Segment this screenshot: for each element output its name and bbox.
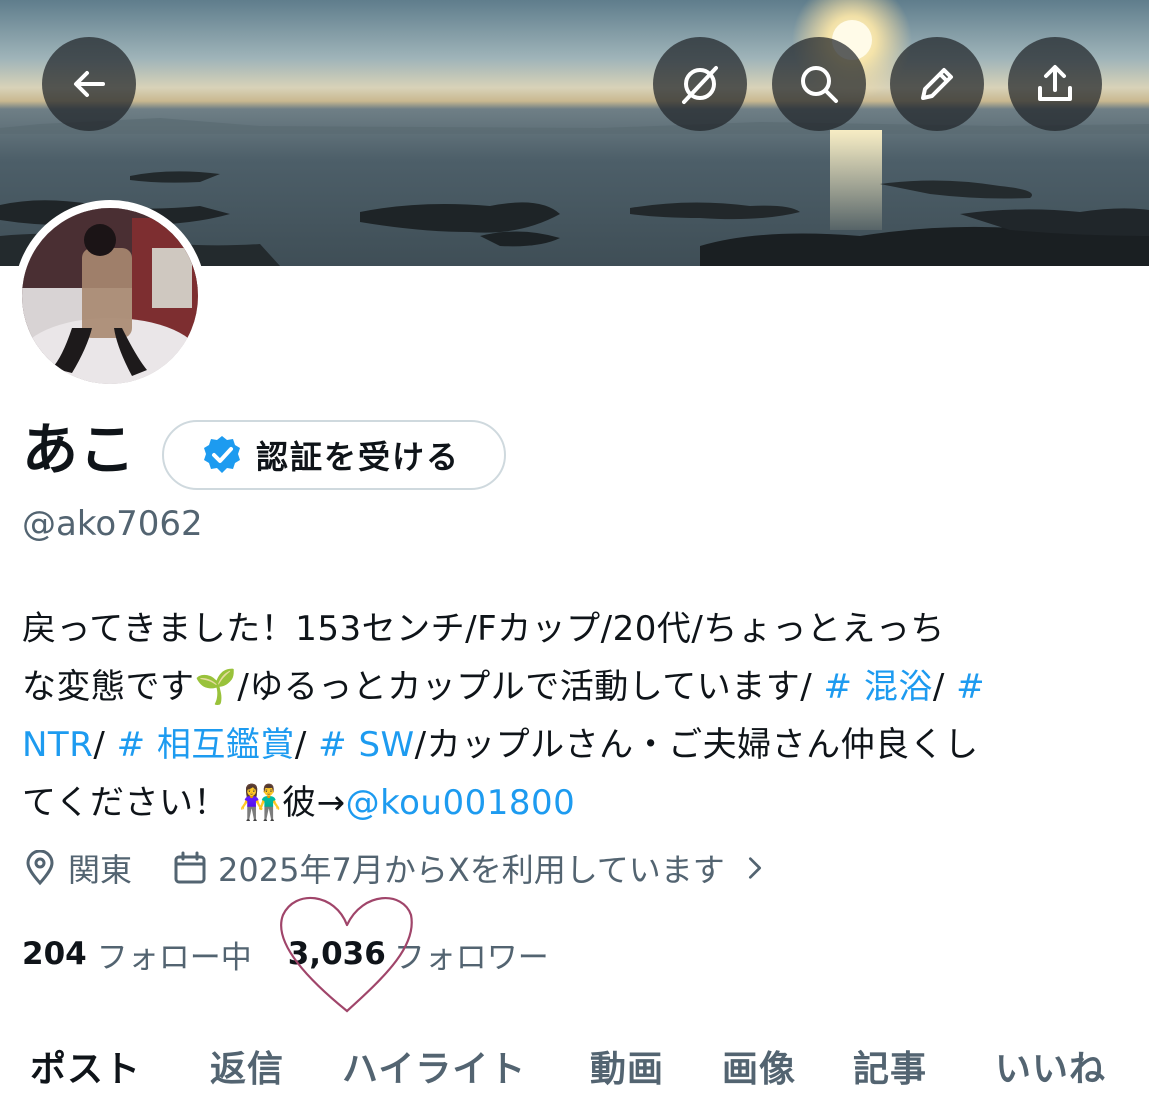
avatar-photo	[22, 208, 198, 384]
share-button[interactable]	[1008, 37, 1102, 131]
bio-link[interactable]: # 混浴	[824, 667, 933, 707]
tab-6[interactable]: いいね	[995, 1040, 1106, 1092]
profile-tabs: ポスト 返信 ハイライト 動画 画像 記事 いいね	[0, 1030, 1149, 1100]
calendar-icon	[174, 851, 206, 884]
tab-1[interactable]: 返信	[210, 1040, 284, 1092]
get-verified-button[interactable]: 認証を受ける	[162, 420, 506, 490]
display-name: あこ	[22, 418, 136, 483]
bio-link[interactable]: #	[956, 667, 985, 707]
location-item: 関東	[22, 845, 132, 891]
bio-text: /カップルさん・ご夫婦さん仲良くし	[414, 725, 979, 765]
bio-text: な変態です🌱/ゆるっとカップルで活動しています/	[22, 667, 824, 707]
bio-line: な変態です🌱/ゆるっとカップルで活動しています/ # 混浴/ #	[22, 658, 1132, 716]
following-count: 204	[22, 936, 87, 972]
chevron-right-icon	[748, 857, 761, 879]
back-button[interactable]	[42, 37, 136, 131]
bio-text: 戻ってきました！153センチ/Fカップ/20代/ちょっとえっち	[22, 609, 945, 649]
profile-bio: 戻ってきました！153センチ/Fカップ/20代/ちょっとえっち な変態です🌱/ゆる…	[22, 600, 1132, 832]
search-button[interactable]	[772, 37, 866, 131]
bio-line: NTR/ # 相互鑑賞/ # SW/カップルさん・ご夫婦さん仲良くし	[22, 716, 1132, 774]
tab-4[interactable]: 画像	[722, 1040, 796, 1092]
bio-line: 戻ってきました！153センチ/Fカップ/20代/ちょっとえっち	[22, 600, 1132, 658]
bio-text: /	[93, 725, 117, 765]
get-verified-label: 認証を受ける	[256, 438, 461, 476]
tab-5[interactable]: 記事	[853, 1040, 927, 1092]
bio-link[interactable]: @kou001800	[346, 783, 576, 823]
tab-0[interactable]: ポスト	[30, 1040, 141, 1092]
location-pin-icon	[26, 850, 54, 886]
bio-text: てください！ 👫彼→	[22, 783, 346, 823]
verified-badge-icon	[204, 436, 240, 473]
tab-2[interactable]: ハイライト	[342, 1040, 526, 1092]
joined-item[interactable]: 2025年7月からXを利用しています	[172, 845, 769, 891]
avatar[interactable]	[22, 208, 198, 384]
location-text: 関東	[68, 851, 133, 889]
following-label: フォロー中	[96, 939, 252, 976]
grok-icon	[682, 66, 718, 104]
bio-text: /	[294, 725, 319, 765]
bio-link[interactable]: # SW	[318, 725, 415, 765]
user-handle: @ako7062	[22, 504, 203, 544]
search-icon	[801, 66, 838, 103]
arrow-left-icon	[74, 71, 105, 97]
share-icon	[1038, 65, 1072, 101]
bio-text: /	[932, 667, 957, 707]
tab-3[interactable]: 動画	[590, 1040, 664, 1092]
pencil-icon	[921, 68, 953, 100]
grok-button[interactable]	[653, 37, 747, 131]
bio-line: てください！ 👫彼→@kou001800	[22, 774, 1132, 832]
bio-link[interactable]: # 相互鑑賞	[117, 725, 295, 765]
following-link[interactable]: 204 フォロー中	[22, 932, 252, 977]
heart-annotation-icon	[280, 896, 413, 1013]
bio-link[interactable]: NTR	[22, 725, 93, 765]
edit-button[interactable]	[890, 37, 984, 131]
avatar-frame[interactable]	[14, 200, 206, 392]
